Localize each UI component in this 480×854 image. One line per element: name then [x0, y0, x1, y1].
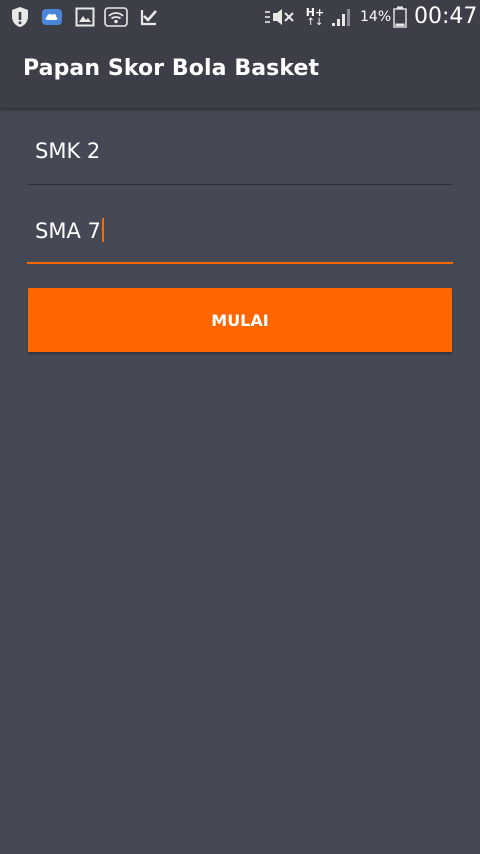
text-cursor [101, 218, 104, 242]
app-title: Papan Skor Bola Basket [23, 56, 320, 81]
start-button[interactable]: MULAI [28, 288, 452, 352]
network-arrows: ↑↓ [306, 16, 324, 28]
battery-icon [392, 5, 408, 29]
mute-icon [264, 5, 296, 29]
wifi-icon [104, 5, 128, 29]
network-type-label: H+ [305, 5, 325, 19]
team1-input-underline [27, 184, 453, 185]
team2-input-field: SMA 7 [35, 218, 104, 243]
battery-percent: 14% [360, 9, 392, 25]
team2-input[interactable]: SMA 7 [27, 204, 453, 264]
team1-input-value: SMK 2 [35, 139, 101, 163]
check-app-icon [138, 5, 160, 29]
screen: H+ ↑↓ 14% 00:47 Papan Skor Bola Basket S… [0, 0, 480, 854]
cloud-app-icon [40, 5, 64, 29]
team1-input[interactable]: SMK 2 [27, 125, 453, 185]
network-icon: H+ ↑↓ [302, 5, 328, 29]
signal-icon [330, 5, 354, 29]
team2-input-value: SMA 7 [35, 219, 101, 243]
team2-input-underline [27, 262, 453, 264]
gallery-icon [74, 5, 96, 29]
shield-alert-icon [9, 5, 31, 29]
status-time: 00:47 [414, 4, 478, 29]
app-bar: Papan Skor Bola Basket [0, 34, 480, 108]
status-bar: H+ ↑↓ 14% 00:47 [0, 0, 480, 34]
start-button-label: MULAI [211, 310, 269, 330]
